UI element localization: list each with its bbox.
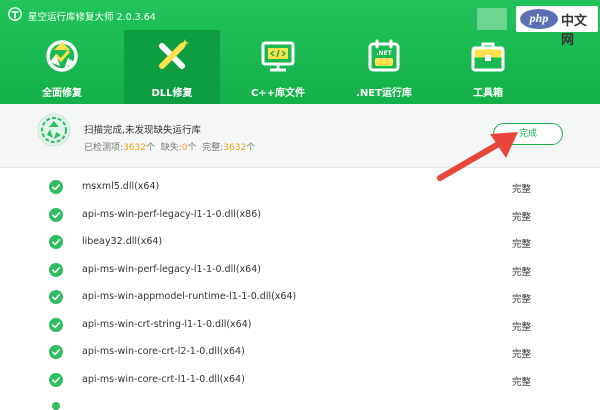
table-row: api-ms-win-appmodel-runtime-l1-1-0.dll(x… (0, 282, 600, 309)
file-status: 完整 (512, 239, 532, 250)
table-row: api-ms-win-core-crt-l2-1-0.dll(x64) 完整 (0, 337, 600, 364)
table-row: api-ms-win-perf-legacy-l1-1-0.dll(x86) 完整 (0, 200, 600, 227)
tab-label: 全面修复 (42, 88, 82, 99)
missing-label: 缺失: (160, 143, 182, 153)
file-status: 完整 (512, 294, 532, 305)
file-status: 完整 (512, 266, 532, 278)
tab-cpp-library[interactable]: C++库文件 (230, 30, 326, 104)
tab-label: .NET运行库 (356, 88, 412, 99)
recycle-shield-icon (46, 40, 78, 72)
svg-text:.NET: .NET (376, 50, 392, 57)
tab-label: DLL修复 (151, 88, 193, 99)
table-row: api-ms-win-perf-legacy-l1-1-0.dll(x64) 完整 (0, 255, 600, 282)
check-circle-icon (49, 372, 63, 387)
app-logo-icon (8, 7, 22, 21)
window-title: 星空运行库修复大师 2.0.3.64 (28, 12, 156, 23)
watermark-logo: php 中文网 (516, 6, 598, 48)
file-status: 完整 (512, 321, 532, 333)
tab-toolbox[interactable]: 工具箱 (440, 30, 536, 104)
check-circle-icon (49, 180, 63, 194)
watermark-php: php (520, 9, 558, 29)
file-name: msxml5.dll(x64) (82, 181, 160, 192)
file-status: 完整 (512, 376, 532, 388)
file-status: 完整 (512, 184, 532, 195)
tab-full-repair[interactable]: 全面修复 (14, 30, 110, 104)
check-circle-icon (49, 345, 63, 359)
missing-unit: 个 (187, 143, 197, 153)
check-circle-icon (49, 290, 63, 304)
scan-counts: 已检测项:3632个 缺失:0个 完整:3632个 (84, 140, 255, 153)
table-row: libeay32.dll(x64) 完整 (0, 227, 600, 254)
toolbox-icon (471, 42, 505, 72)
tab-dotnet-runtime[interactable]: .NET .NET运行库 (336, 30, 432, 104)
file-name: api-ms-win-core-crt-l2-1-0.dll(x64) (82, 346, 245, 357)
check-circle-icon (52, 402, 60, 410)
check-circle-icon (49, 262, 63, 277)
scan-result-title: 扫描完成,未发现缺失运行库 (84, 125, 202, 136)
tab-label: C++库文件 (250, 88, 306, 99)
watermark-text: 中文网 (561, 14, 588, 48)
tools-cross-icon (159, 39, 189, 69)
check-circle-icon (49, 317, 63, 332)
checked-unit: 个 (145, 143, 155, 153)
table-row: api-ms-win-core-crt-l1-1-0.dll(x64) 完整 (0, 365, 600, 392)
file-status: 完整 (512, 211, 532, 223)
complete-unit: 个 (246, 143, 256, 153)
scan-complete-icon (37, 113, 71, 147)
file-status: 完整 (512, 349, 532, 360)
complete-count: 3632 (223, 143, 247, 153)
check-circle-icon (49, 207, 63, 222)
table-row: api-ms-win-crt-string-l1-1-0.dll(x64) 完整 (0, 310, 600, 337)
file-name: api-ms-win-perf-legacy-l1-1-0.dll(x64) (82, 263, 261, 275)
checked-count: 3632 (123, 143, 146, 153)
blurred-region (477, 8, 507, 30)
net-calendar-icon: .NET (368, 39, 400, 72)
complete-label: 完整: (202, 143, 224, 153)
tab-dll-repair[interactable]: DLL修复 (124, 30, 220, 104)
table-row: msxml5.dll(x64) 完整 (0, 172, 600, 199)
file-name: api-ms-win-perf-legacy-l1-1-0.dll(x86) (82, 208, 261, 220)
file-name: api-ms-win-crt-string-l1-1-0.dll(x64) (82, 318, 252, 330)
code-monitor-icon (261, 41, 295, 72)
file-name: api-ms-win-core-crt-l1-1-0.dll(x64) (82, 373, 245, 385)
checked-label: 已检测项: (84, 143, 124, 153)
file-name: libeay32.dll(x64) (82, 236, 163, 247)
file-name: api-ms-win-appmodel-runtime-l1-1-0.dll(x… (82, 291, 297, 302)
tab-label: 工具箱 (473, 88, 503, 99)
check-circle-icon (49, 235, 63, 249)
header-bar: 星空运行库修复大师 2.0.3.64 php 中文网 全面修复 DLL修复 C+… (0, 0, 600, 104)
